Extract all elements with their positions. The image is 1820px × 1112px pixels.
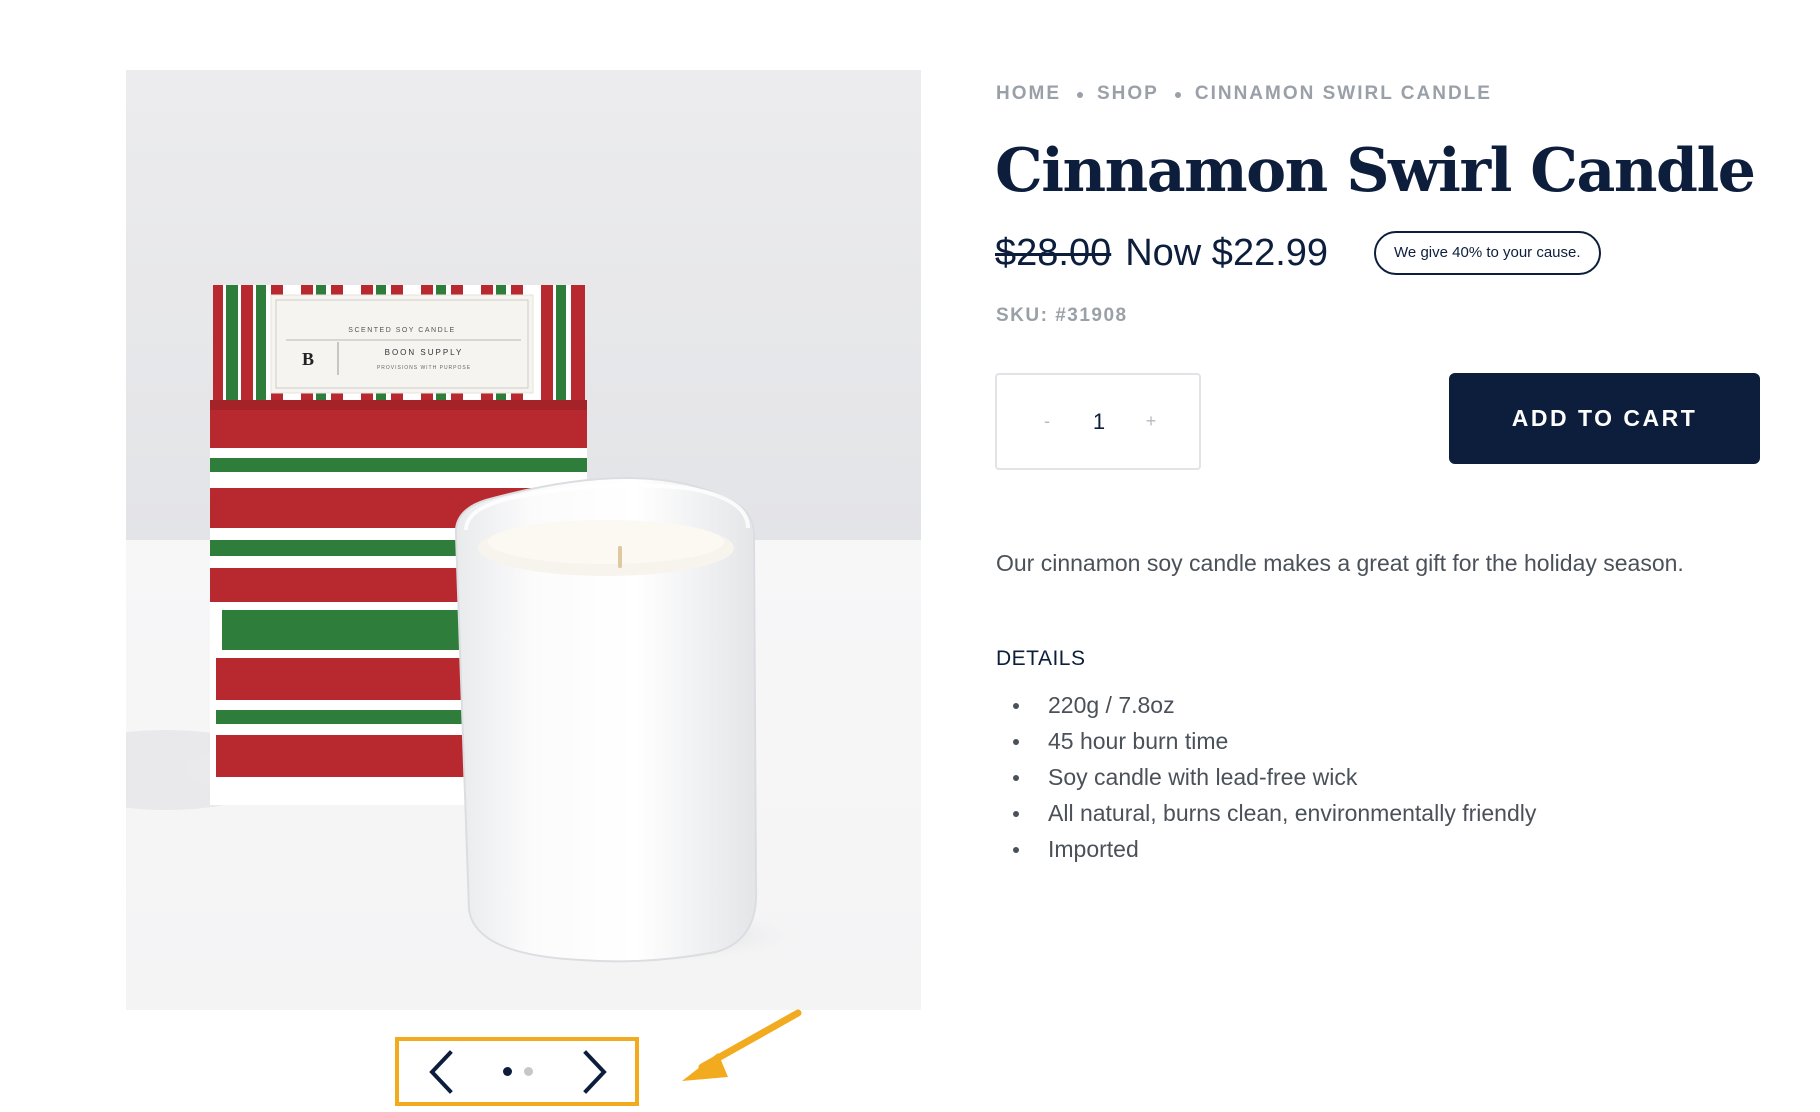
details-item: 220g / 7.8oz: [996, 687, 1536, 723]
details-item: Imported: [996, 831, 1536, 867]
quantity-decrease-button[interactable]: -: [1037, 411, 1057, 432]
breadcrumb: HOME SHOP CINNAMON SWIRL CANDLE: [996, 83, 1492, 105]
breadcrumb-home[interactable]: HOME: [996, 83, 1061, 105]
product-sku: SKU: #31908: [996, 305, 1128, 326]
carousel-next-button[interactable]: [575, 1044, 615, 1100]
sale-price: Now $22.99: [1125, 231, 1329, 274]
chevron-left-icon: [429, 1049, 453, 1094]
original-price: $28.00: [995, 231, 1112, 274]
add-to-cart-button[interactable]: ADD TO CART: [1449, 373, 1760, 464]
product-title: Cinnamon Swirl Candle: [995, 136, 1756, 206]
carousel-pagination: [503, 1067, 533, 1076]
quantity-stepper: - 1 +: [995, 373, 1201, 470]
details-heading: DETAILS: [996, 647, 1086, 670]
cause-badge: We give 40% to your cause.: [1374, 231, 1601, 275]
details-item: Soy candle with lead-free wick: [996, 759, 1536, 795]
label-tagline: PROVISIONS WITH PURPOSE: [377, 365, 471, 371]
product-image: SCENTED SOY CANDLE B BOON SUPPLY PROVISI…: [126, 70, 921, 1010]
label-type-text: SCENTED SOY CANDLE: [348, 327, 455, 334]
price-row: $28.00 Now $22.99 We give 40% to your ca…: [995, 228, 1601, 278]
chevron-right-icon: [583, 1049, 607, 1094]
carousel-prev-button[interactable]: [421, 1044, 461, 1100]
quantity-value[interactable]: 1: [1093, 409, 1105, 435]
carousel-dot-1[interactable]: [503, 1067, 512, 1076]
product-description: Our cinnamon soy candle makes a great gi…: [996, 550, 1684, 576]
annotation-arrow-icon: [682, 1009, 802, 1081]
details-item: 45 hour burn time: [996, 723, 1536, 759]
details-list: 220g / 7.8oz 45 hour burn time Soy candl…: [996, 687, 1536, 867]
breadcrumb-separator: [1174, 92, 1181, 98]
label-brand-mark: B: [302, 349, 314, 369]
quantity-increase-button[interactable]: +: [1141, 411, 1161, 432]
breadcrumb-shop[interactable]: SHOP: [1097, 83, 1159, 105]
breadcrumb-separator: [1077, 92, 1083, 98]
carousel-dot-2[interactable]: [524, 1067, 533, 1076]
label-brand-name: BOON SUPPLY: [385, 348, 464, 357]
carousel-controls: [395, 1037, 639, 1106]
details-item: All natural, burns clean, environmentall…: [996, 795, 1536, 831]
breadcrumb-current: CINNAMON SWIRL CANDLE: [1194, 83, 1492, 104]
